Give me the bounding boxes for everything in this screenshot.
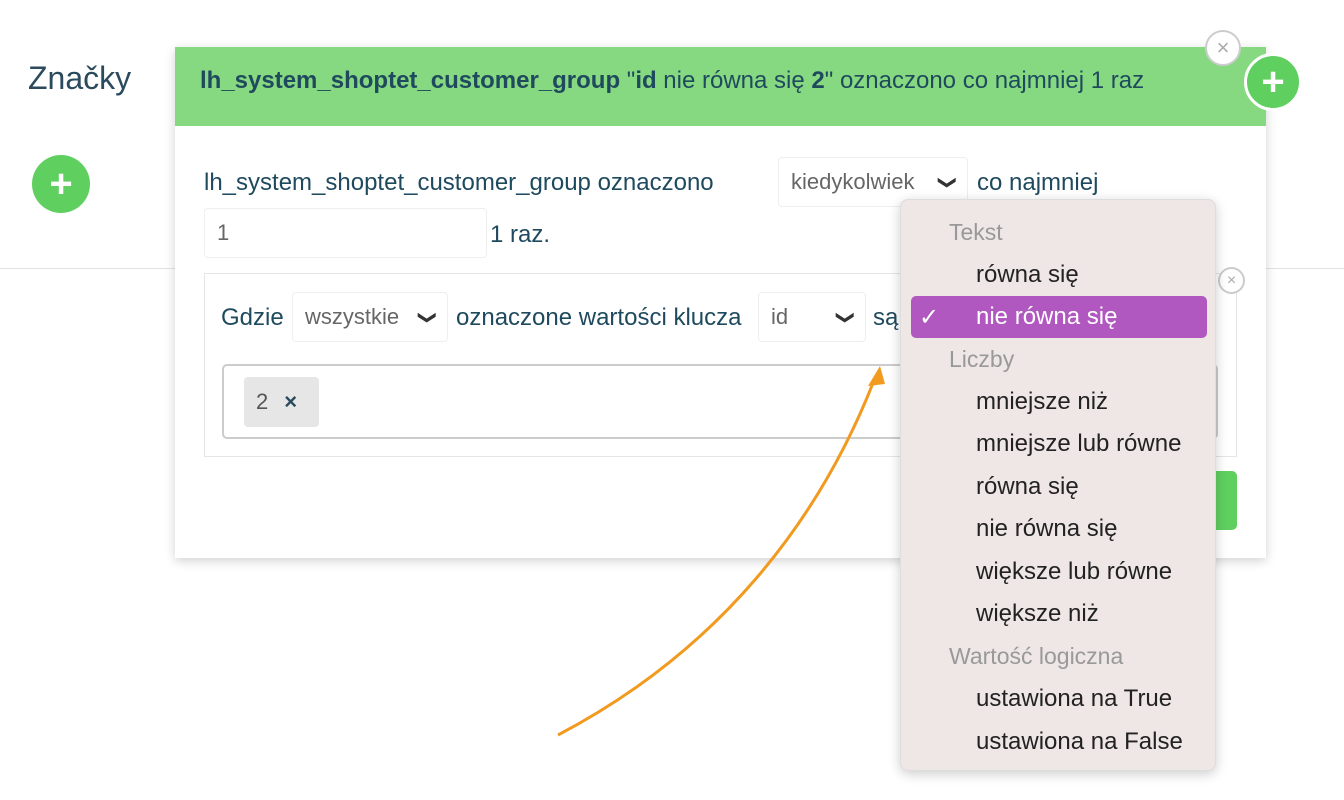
option-greater-than[interactable]: większe niż <box>976 600 1099 628</box>
option-greater-or-equal[interactable]: większe lub równe <box>976 558 1172 586</box>
group-label-boolean: Wartość logiczna <box>949 643 1124 669</box>
arrowhead <box>868 366 885 386</box>
option-false[interactable]: ustawiona na False <box>976 728 1183 756</box>
operator-dropdown: Tekst równa się ✓ nie równa się Liczby m… <box>900 199 1216 771</box>
check-icon: ✓ <box>919 304 940 331</box>
option-num-equals[interactable]: równa się <box>976 473 1079 501</box>
option-less-than[interactable]: mniejsze niż <box>976 388 1108 416</box>
option-not-equals-selected[interactable]: nie równa się <box>976 303 1117 331</box>
option-less-or-equal[interactable]: mniejsze lub równe <box>976 430 1181 458</box>
option-true[interactable]: ustawiona na True <box>976 685 1172 713</box>
arrow-line <box>557 377 877 737</box>
group-label-numbers: Liczby <box>949 346 1015 372</box>
option-num-not-equals[interactable]: nie równa się <box>976 515 1117 543</box>
option-equals[interactable]: równa się <box>976 261 1079 289</box>
group-label-text: Tekst <box>949 219 1003 245</box>
